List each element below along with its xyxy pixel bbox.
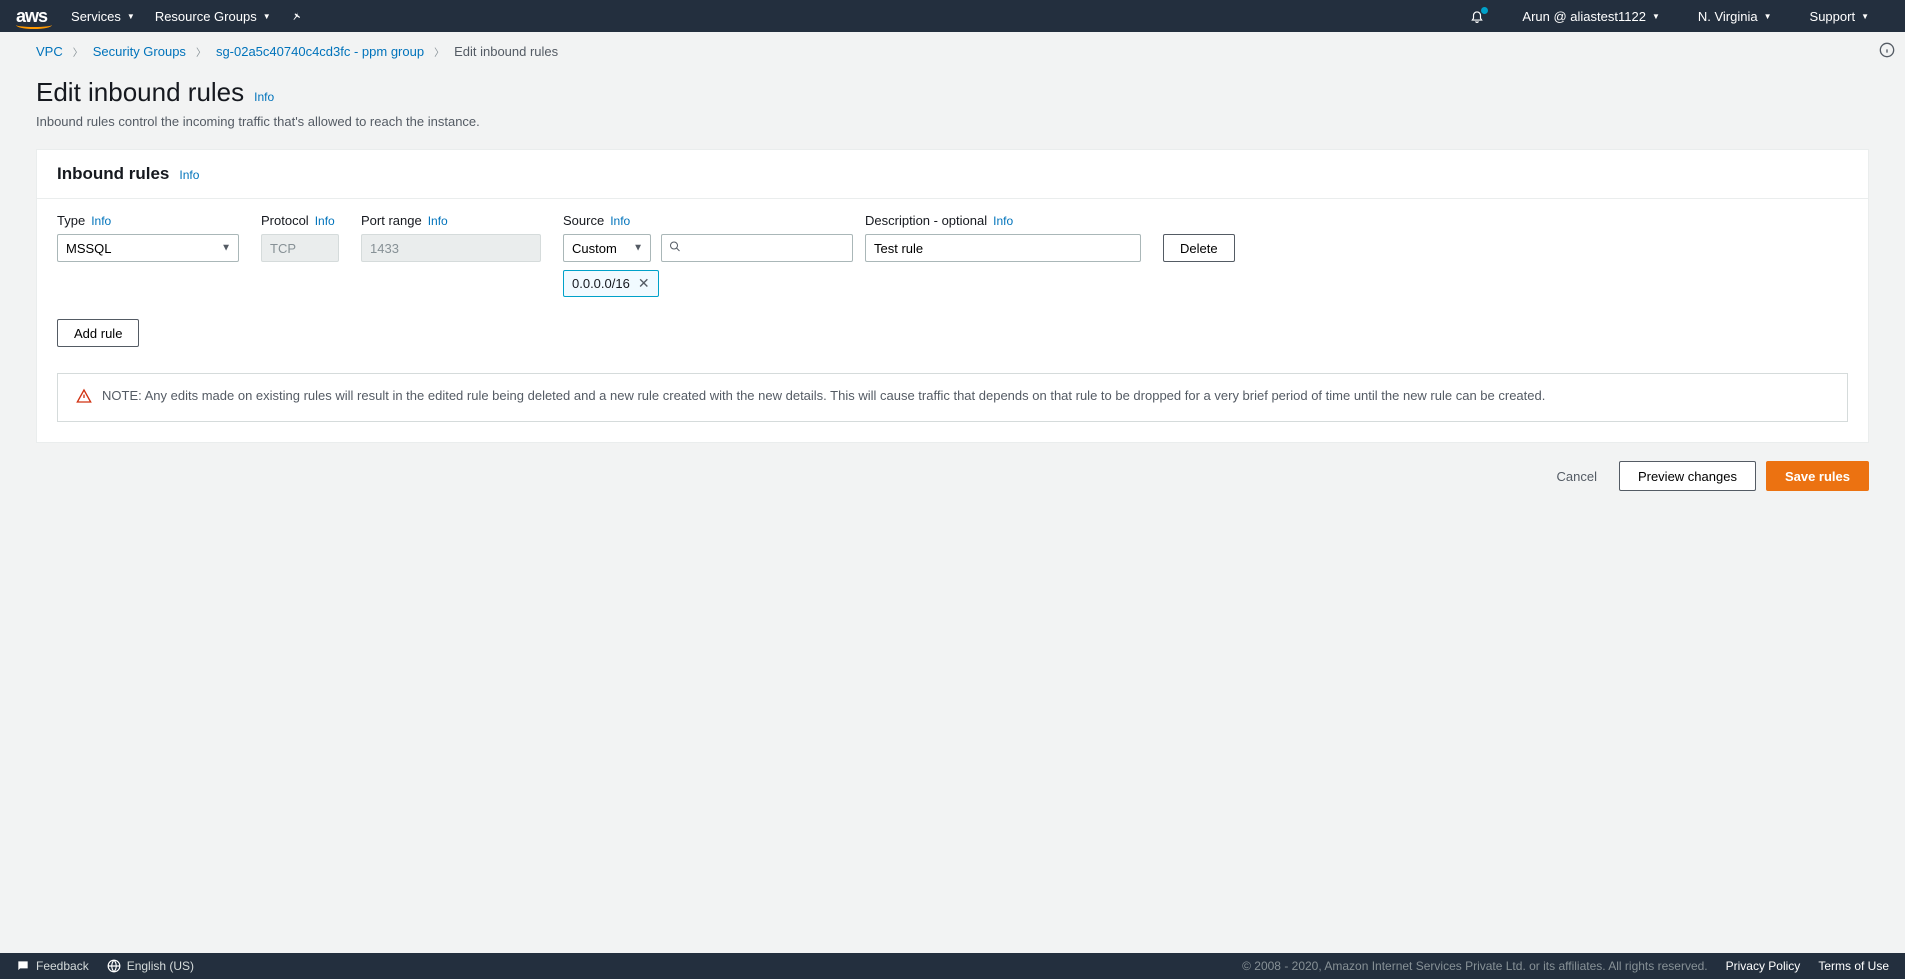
breadcrumb-security-groups[interactable]: Security Groups xyxy=(93,44,186,59)
save-rules-button[interactable]: Save rules xyxy=(1766,461,1869,491)
feedback-link[interactable]: Feedback xyxy=(16,959,89,973)
top-nav: aws Services ▼ Resource Groups ▼ Arun @ … xyxy=(0,0,1905,32)
cidr-tag-label: 0.0.0.0/16 xyxy=(572,276,630,291)
header-description: Description - optional xyxy=(865,213,987,228)
notifications-icon[interactable] xyxy=(1470,9,1484,23)
header-port-info[interactable]: Info xyxy=(428,214,448,228)
chevron-right-icon: 〉 xyxy=(196,44,206,59)
cidr-tag: 0.0.0.0/16 ✕ xyxy=(563,270,659,297)
header-port: Port range xyxy=(361,213,422,228)
header-source-info[interactable]: Info xyxy=(610,214,630,228)
rule-protocol-input xyxy=(261,234,339,262)
search-icon xyxy=(669,241,681,256)
nav-services[interactable]: Services ▼ xyxy=(71,9,135,24)
caret-down-icon: ▼ xyxy=(127,12,135,21)
panel-title: Inbound rules xyxy=(57,164,169,184)
add-rule-button[interactable]: Add rule xyxy=(57,319,139,347)
breadcrumb-current: Edit inbound rules xyxy=(454,44,558,59)
nav-pin-icon[interactable] xyxy=(291,10,303,22)
aws-logo[interactable]: aws xyxy=(16,6,47,27)
note-text: NOTE: Any edits made on existing rules w… xyxy=(102,388,1545,407)
rule-source-mode-select[interactable]: Custom xyxy=(563,234,651,262)
chevron-right-icon: 〉 xyxy=(73,44,83,59)
footer-copyright: © 2008 - 2020, Amazon Internet Services … xyxy=(1242,959,1708,973)
warning-icon xyxy=(76,388,92,407)
terms-of-use-link[interactable]: Terms of Use xyxy=(1818,959,1889,973)
panel-info-link[interactable]: Info xyxy=(179,168,199,182)
footer: Feedback English (US) © 2008 - 2020, Ama… xyxy=(0,953,1905,979)
rule-headers: Type Info Protocol Info Port range Info … xyxy=(57,213,1848,228)
privacy-policy-link[interactable]: Privacy Policy xyxy=(1726,959,1801,973)
header-type: Type xyxy=(57,213,85,228)
inbound-rules-panel: Inbound rules Info Type Info Protocol In… xyxy=(36,149,1869,443)
nav-resource-groups[interactable]: Resource Groups ▼ xyxy=(155,9,271,24)
info-panel-toggle-icon[interactable] xyxy=(1879,42,1895,61)
caret-down-icon: ▼ xyxy=(1861,12,1869,21)
header-source: Source xyxy=(563,213,604,228)
breadcrumb-group[interactable]: sg-02a5c40740c4cd3fc - ppm group xyxy=(216,44,424,59)
rule-description-input[interactable] xyxy=(865,234,1141,262)
page-info-link[interactable]: Info xyxy=(254,90,274,104)
nav-resource-groups-label: Resource Groups xyxy=(155,9,257,24)
rule-row: MSSQL ▼ Custom xyxy=(57,234,1848,297)
notification-dot xyxy=(1481,7,1488,14)
delete-rule-button[interactable]: Delete xyxy=(1163,234,1235,262)
nav-account[interactable]: Arun @ aliastest1122 ▼ xyxy=(1522,9,1659,24)
language-label: English (US) xyxy=(127,959,194,973)
preview-changes-button[interactable]: Preview changes xyxy=(1619,461,1756,491)
header-description-info[interactable]: Info xyxy=(993,214,1013,228)
note-box: NOTE: Any edits made on existing rules w… xyxy=(57,373,1848,422)
header-protocol: Protocol xyxy=(261,213,309,228)
nav-region[interactable]: N. Virginia ▼ xyxy=(1698,9,1772,24)
rule-type-select[interactable]: MSSQL xyxy=(57,234,239,262)
feedback-label: Feedback xyxy=(36,959,89,973)
caret-down-icon: ▼ xyxy=(1764,12,1772,21)
rule-source-search-input[interactable] xyxy=(661,234,853,262)
chevron-right-icon: 〉 xyxy=(434,44,444,59)
language-selector[interactable]: English (US) xyxy=(107,959,194,973)
rule-port-input xyxy=(361,234,541,262)
breadcrumb: VPC 〉 Security Groups 〉 sg-02a5c40740c4c… xyxy=(36,44,1869,59)
main-content: VPC 〉 Security Groups 〉 sg-02a5c40740c4c… xyxy=(0,32,1905,515)
caret-down-icon: ▼ xyxy=(1652,12,1660,21)
nav-account-label: Arun @ aliastest1122 xyxy=(1522,9,1646,24)
action-row: Cancel Preview changes Save rules xyxy=(36,461,1869,491)
cancel-button[interactable]: Cancel xyxy=(1544,463,1608,490)
nav-support-label: Support xyxy=(1810,9,1856,24)
nav-region-label: N. Virginia xyxy=(1698,9,1758,24)
cidr-tag-remove-icon[interactable]: ✕ xyxy=(638,275,650,292)
nav-services-label: Services xyxy=(71,9,121,24)
page-title: Edit inbound rules xyxy=(36,77,244,108)
header-type-info[interactable]: Info xyxy=(91,214,111,228)
page-description: Inbound rules control the incoming traff… xyxy=(36,114,1869,129)
header-protocol-info[interactable]: Info xyxy=(315,214,335,228)
breadcrumb-vpc[interactable]: VPC xyxy=(36,44,63,59)
nav-support[interactable]: Support ▼ xyxy=(1810,9,1869,24)
caret-down-icon: ▼ xyxy=(263,12,271,21)
